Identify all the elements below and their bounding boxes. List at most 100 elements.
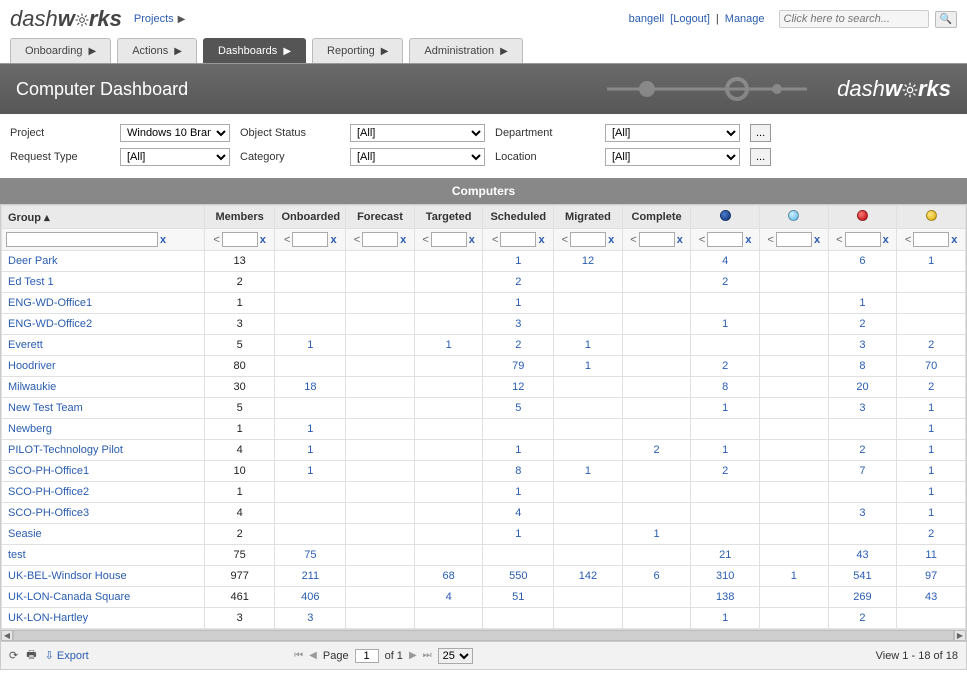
value-link[interactable]: 2 [515,339,521,351]
group-link[interactable]: Everett [8,339,43,351]
value-link[interactable]: 1 [307,423,313,435]
value-link[interactable]: 1 [307,339,313,351]
filter-clear-icon[interactable]: x [883,234,889,246]
filter-select-request-type[interactable]: [All] [120,148,230,166]
col-onboarded[interactable]: Onboarded [275,206,346,229]
filter-clear-icon[interactable]: x [330,234,336,246]
filter-clear-icon[interactable]: x [260,234,266,246]
filter-op-icon[interactable]: < [768,234,774,246]
filter-op-icon[interactable]: < [836,234,842,246]
filter-op-icon[interactable]: < [905,234,911,246]
value-link[interactable]: 541 [853,570,871,582]
value-link[interactable]: 2 [654,444,660,456]
value-link[interactable]: 6 [654,570,660,582]
tab-dashboards[interactable]: Dashboards▶ [203,38,306,63]
value-link[interactable]: 1 [515,444,521,456]
value-link[interactable]: 7 [859,465,865,477]
logout-link[interactable]: [Logout] [670,13,710,25]
group-link[interactable]: SCO-PH-Office3 [8,507,89,519]
group-link[interactable]: Ed Test 1 [8,276,54,288]
value-link[interactable]: 79 [512,360,524,372]
print-icon[interactable]: 🖶 [26,646,36,665]
filter-clear-icon[interactable]: x [745,234,751,246]
group-link[interactable]: ENG-WD-Office2 [8,318,92,330]
value-link[interactable]: 3 [859,507,865,519]
value-link[interactable]: 1 [928,507,934,519]
value-link[interactable]: 12 [582,255,594,267]
value-link[interactable]: 11 [925,549,936,561]
col-group[interactable]: Group ▴ [2,206,205,229]
value-link[interactable]: 75 [304,549,316,561]
filter-more-button[interactable]: ... [750,148,771,166]
value-link[interactable]: 3 [859,339,865,351]
group-link[interactable]: Deer Park [8,255,58,267]
group-link[interactable]: ENG-WD-Office1 [8,297,92,309]
scroll-thumb[interactable] [13,630,954,641]
value-link[interactable]: 1 [515,255,521,267]
filter-op-icon[interactable]: < [284,234,290,246]
pager-next-icon[interactable]: ▶ [409,650,417,661]
value-link[interactable]: 8 [515,465,521,477]
value-link[interactable]: 211 [302,570,320,582]
export-link[interactable]: ⇩ Export [45,649,89,662]
value-link[interactable]: 6 [859,255,865,267]
value-link[interactable]: 1 [928,444,934,456]
value-link[interactable]: 1 [722,444,728,456]
value-link[interactable]: 1 [585,339,591,351]
column-filter-input[interactable] [362,232,398,247]
filter-op-icon[interactable]: < [630,234,636,246]
pager-last-icon[interactable]: ⏭ [423,650,432,661]
filter-clear-icon[interactable]: x [538,234,544,246]
value-link[interactable]: 269 [853,591,871,603]
value-link[interactable]: 1 [928,465,934,477]
value-link[interactable]: 1 [515,528,521,540]
tab-reporting[interactable]: Reporting▶ [312,38,403,63]
group-link[interactable]: SCO-PH-Office2 [8,486,89,498]
col-status-navy[interactable] [691,206,760,229]
tab-actions[interactable]: Actions▶ [117,38,197,63]
value-link[interactable]: 1 [928,402,934,414]
column-filter-input[interactable] [500,232,536,247]
value-link[interactable]: 310 [716,570,734,582]
value-link[interactable]: 97 [925,570,937,582]
value-link[interactable]: 51 [512,591,524,603]
filter-more-button[interactable]: ... [750,124,771,142]
filter-select-object-status[interactable]: [All] [350,124,485,142]
col-members[interactable]: Members [204,206,275,229]
col-scheduled[interactable]: Scheduled [483,206,554,229]
value-link[interactable]: 68 [443,570,455,582]
col-status-sky[interactable] [760,206,829,229]
value-link[interactable]: 18 [304,381,316,393]
value-link[interactable]: 1 [515,486,521,498]
col-status-red[interactable] [828,206,897,229]
filter-clear-icon[interactable]: x [469,234,475,246]
group-link[interactable]: UK-LON-Canada Square [8,591,130,603]
filter-clear-icon[interactable]: x [160,234,166,246]
group-link[interactable]: Milwaukie [8,381,56,393]
filter-op-icon[interactable]: < [213,234,219,246]
value-link[interactable]: 4 [515,507,521,519]
filter-op-icon[interactable]: < [422,234,428,246]
value-link[interactable]: 21 [719,549,731,561]
horizontal-scrollbar[interactable]: ◀ ▶ [1,629,966,641]
value-link[interactable]: 1 [791,570,797,582]
value-link[interactable]: 1 [859,297,865,309]
group-link[interactable]: test [8,549,26,561]
value-link[interactable]: 5 [515,402,521,414]
filter-clear-icon[interactable]: x [400,234,406,246]
value-link[interactable]: 1 [307,444,313,456]
column-filter-input[interactable] [6,232,158,247]
value-link[interactable]: 8 [859,360,865,372]
filter-select-category[interactable]: [All] [350,148,485,166]
value-link[interactable]: 2 [722,276,728,288]
group-link[interactable]: SCO-PH-Office1 [8,465,89,477]
value-link[interactable]: 70 [925,360,937,372]
filter-select-location[interactable]: [All] [605,148,740,166]
col-forecast[interactable]: Forecast [346,206,415,229]
col-status-gold[interactable] [897,206,966,229]
value-link[interactable]: 1 [515,297,521,309]
value-link[interactable]: 1 [722,318,728,330]
column-filter-input[interactable] [776,232,812,247]
search-button[interactable]: 🔍 [935,11,957,28]
column-filter-input[interactable] [570,232,606,247]
